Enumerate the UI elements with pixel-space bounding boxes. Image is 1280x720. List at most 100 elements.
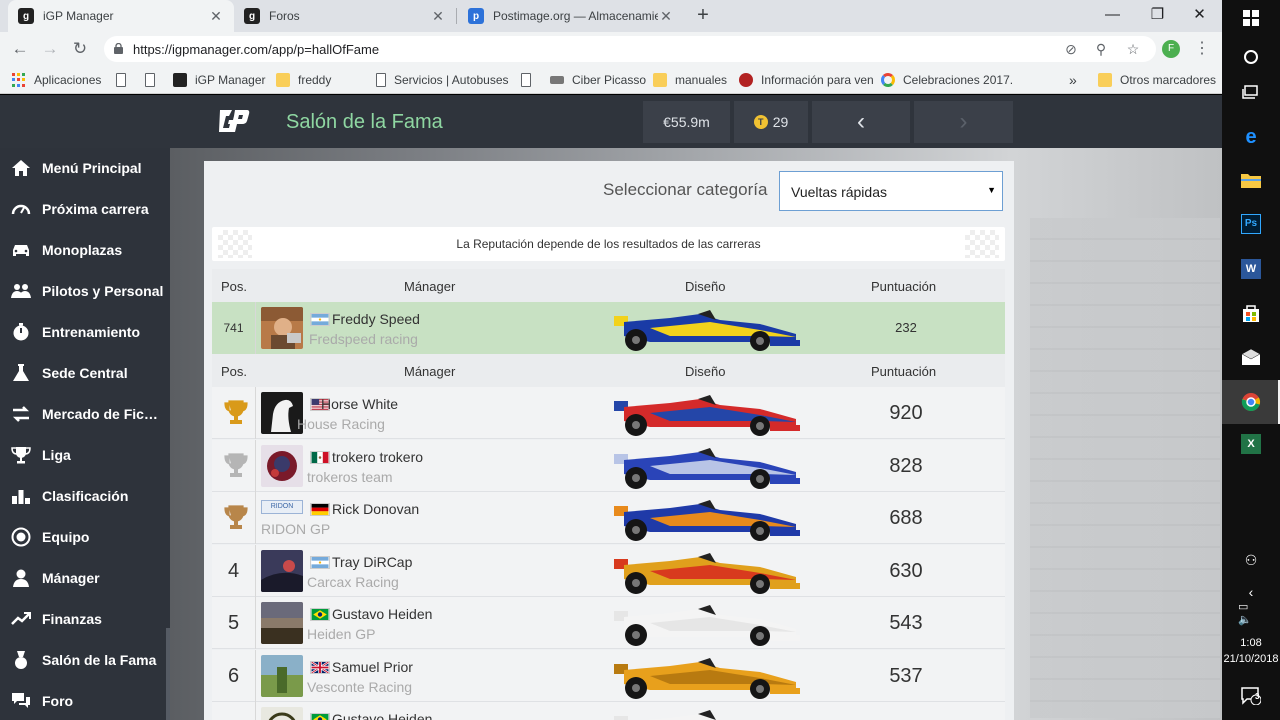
manager-name[interactable]: Rick Donovan	[332, 501, 419, 517]
browser-menu-icon[interactable]: ⋮	[1194, 38, 1210, 58]
sidebar-item-monoplazas[interactable]: Monoplazas	[0, 230, 170, 270]
sidebar-item-manager[interactable]: Mánager	[0, 558, 170, 598]
forum-icon	[12, 693, 30, 708]
sidebar-item-entrenamiento[interactable]: Entrenamiento	[0, 312, 170, 352]
header-manager: Mánager	[404, 364, 456, 379]
bookmark-label: freddy	[298, 73, 332, 87]
close-window-button[interactable]: ✕	[1177, 0, 1222, 32]
file-explorer-icon[interactable]	[1238, 168, 1264, 192]
manager-name[interactable]: Tray DiRCap	[332, 554, 412, 570]
bookmark-manuales[interactable]: manuales	[653, 71, 727, 89]
sidebar-item-foro[interactable]: Foro	[0, 681, 170, 720]
bookmark-other[interactable]: Otros marcadores	[1098, 71, 1216, 89]
tab-postimage[interactable]: p Postimage.org — Almacenamiento ✕	[458, 0, 684, 32]
prev-page-button[interactable]: ‹	[812, 101, 910, 143]
sidebar-item-liga[interactable]: Liga	[0, 435, 170, 475]
mail-icon[interactable]	[1238, 345, 1264, 369]
sidebar-item-equipo[interactable]: Equipo	[0, 517, 170, 557]
bookmark-informacion[interactable]: Información para ven	[739, 71, 874, 89]
next-page-button[interactable]: ›	[914, 101, 1013, 143]
url-text: https://igpmanager.com/app/p=hallOfFame	[133, 42, 380, 57]
front-hub	[756, 527, 764, 535]
photoshop-icon[interactable]: Ps	[1238, 212, 1264, 236]
flag-argentina-icon	[310, 556, 330, 569]
sidebar-item-salon-de-la-fama[interactable]: Salón de la Fama	[0, 640, 170, 680]
site-icon	[739, 73, 753, 87]
bookmark-ciber-picasso[interactable]: Ciber Picasso	[550, 71, 646, 89]
restore-button[interactable]: ❐	[1135, 0, 1180, 32]
manager-name[interactable]: trokero trokero	[332, 449, 423, 465]
sidebar-item-pilotos[interactable]: Pilotos y Personal	[0, 271, 170, 311]
chrome-icon[interactable]	[1222, 380, 1280, 424]
notifications-icon[interactable]: 3	[1238, 684, 1264, 708]
profile-avatar[interactable]: F	[1162, 40, 1180, 58]
clock-date[interactable]: 21/10/2018	[1222, 653, 1280, 665]
category-select[interactable]: Vueltas rápidas ▼	[779, 171, 1003, 211]
score-value: 537	[889, 665, 923, 687]
task-view-icon[interactable]	[1238, 80, 1264, 104]
edge-browser-icon[interactable]: e	[1238, 125, 1264, 149]
store-icon[interactable]	[1238, 301, 1264, 325]
forward-icon[interactable]: →	[38, 37, 62, 61]
close-tab-icon[interactable]: ✕	[430, 8, 446, 25]
ranking-row[interactable]: Gustavo Heiden	[212, 702, 1005, 720]
url-bar[interactable]: https://igpmanager.com/app/p=hallOfFame …	[104, 36, 1156, 62]
front-wing	[770, 635, 800, 641]
bookmark-page-1[interactable]	[116, 71, 134, 89]
cortana-search-icon[interactable]	[1238, 45, 1264, 69]
sidebar-scrollbar[interactable]	[166, 628, 170, 720]
bookmark-page-2[interactable]	[145, 71, 163, 89]
manager-name[interactable]: Horse White	[321, 396, 398, 412]
money-display[interactable]: €55.9m	[643, 101, 730, 143]
ranking-row[interactable]: RIDON Rick Donovan RIDON GP 688	[212, 492, 1005, 544]
tab-igp-manager[interactable]: g iGP Manager ✕	[8, 0, 234, 32]
ranking-row[interactable]: trokero trokero trokeros team 828	[212, 440, 1005, 492]
minimize-button[interactable]: —	[1090, 0, 1135, 32]
tokens-display[interactable]: T 29	[734, 101, 808, 143]
ranking-row[interactable]: 4 Tray DiRCap Carcax Racing 630	[212, 545, 1005, 597]
close-tab-icon[interactable]: ✕	[208, 8, 224, 25]
word-icon[interactable]: W	[1238, 257, 1264, 281]
clock-time[interactable]: 1:08	[1222, 637, 1280, 649]
ranking-row[interactable]: Horse White House Racing 920	[212, 387, 1005, 439]
blocked-popup-icon[interactable]: ⊘	[1062, 40, 1080, 58]
bookmark-freddy[interactable]: freddy	[276, 71, 331, 89]
back-icon[interactable]: ←	[8, 37, 32, 61]
sidebar-item-menu-principal[interactable]: Menú Principal	[0, 148, 170, 188]
reload-icon[interactable]: ↻	[68, 37, 92, 61]
volume-network-icons[interactable]: ▭ 🔈	[1238, 601, 1264, 626]
rear-hub	[632, 474, 640, 482]
bookmark-apps[interactable]: Aplicaciones	[12, 71, 101, 89]
ranking-row[interactable]: 6 Samuel Prior Vesconte Racing 537	[212, 650, 1005, 702]
car-livery-image	[614, 553, 800, 594]
token-coin-icon: T	[753, 115, 768, 129]
people-icon[interactable]: ⚇	[1238, 548, 1264, 572]
bookmark-star-icon[interactable]: ☆	[1124, 40, 1142, 58]
car-livery-image	[614, 710, 720, 720]
bookmark-servicios[interactable]: Servicios | Autobuses	[376, 71, 509, 89]
sidebar-item-clasificacion[interactable]: Clasificación	[0, 476, 170, 516]
money-value: €55.9m	[663, 114, 710, 130]
excel-icon[interactable]: X	[1238, 432, 1264, 456]
my-rank-row[interactable]: 741 Freddy Speed Fredspeed racing 232	[212, 302, 1005, 354]
close-tab-icon[interactable]: ✕	[658, 8, 674, 25]
manager-name[interactable]: Gustavo Heiden	[332, 606, 432, 622]
zoom-icon[interactable]: ⚲	[1092, 40, 1110, 58]
sidebar-item-sede-central[interactable]: Sede Central	[0, 353, 170, 393]
bookmarks-overflow-button[interactable]: »	[1069, 71, 1077, 89]
ranking-row[interactable]: 5 Gustavo Heiden Heiden GP 543	[212, 597, 1005, 649]
manager-name[interactable]: Freddy Speed	[332, 311, 420, 327]
bookmark-igp[interactable]: iGP Manager	[173, 71, 265, 89]
bookmark-page-3[interactable]	[521, 71, 539, 89]
manager-name[interactable]: Gustavo Heiden	[332, 711, 432, 720]
bookmark-celebraciones[interactable]: Celebraciones 2017.	[881, 71, 1013, 89]
sidebar-item-proxima-carrera[interactable]: Próxima carrera	[0, 189, 170, 229]
manager-name[interactable]: Samuel Prior	[332, 659, 413, 675]
tab-foros[interactable]: g Foros ✕	[234, 0, 456, 32]
windows-start-icon[interactable]	[1238, 6, 1264, 30]
sidebar-item-mercado[interactable]: Mercado de Fichajes	[0, 394, 170, 434]
igp-logo[interactable]	[218, 108, 250, 134]
home-icon	[12, 160, 30, 176]
new-tab-button[interactable]: +	[691, 4, 715, 28]
sidebar-item-finanzas[interactable]: Finanzas	[0, 599, 170, 639]
